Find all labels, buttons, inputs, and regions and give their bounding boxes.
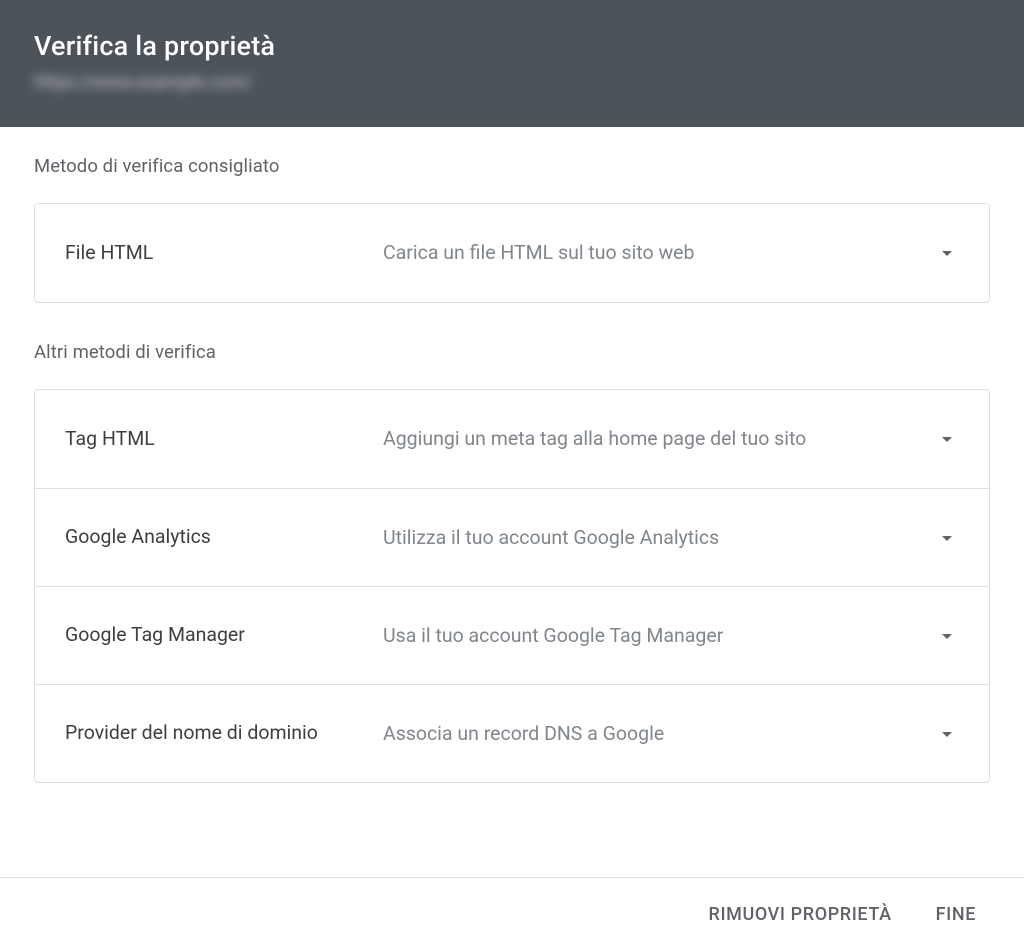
dialog-footer: RIMUOVI PROPRIETÀ FINE xyxy=(0,877,1024,951)
method-dns-provider[interactable]: Provider del nome di dominio Associa un … xyxy=(35,684,989,782)
method-tag-html[interactable]: Tag HTML Aggiungi un meta tag alla home … xyxy=(35,390,989,488)
remove-property-button[interactable]: RIMUOVI PROPRIETÀ xyxy=(691,894,910,935)
method-name: Tag HTML xyxy=(65,426,383,452)
method-name: Google Analytics xyxy=(65,524,383,550)
chevron-down-icon xyxy=(935,526,959,550)
recommended-methods-group: File HTML Carica un file HTML sul tuo si… xyxy=(34,203,990,303)
method-name: Provider del nome di dominio xyxy=(65,720,383,746)
method-description: Utilizza il tuo account Google Analytics xyxy=(383,524,935,551)
dialog-title: Verifica la proprietà xyxy=(34,30,990,62)
other-methods-group: Tag HTML Aggiungi un meta tag alla home … xyxy=(34,389,990,783)
other-section-label: Altri metodi di verifica xyxy=(34,341,990,363)
chevron-down-icon xyxy=(935,722,959,746)
done-button[interactable]: FINE xyxy=(918,894,994,935)
method-description: Associa un record DNS a Google xyxy=(383,720,935,747)
method-description: Usa il tuo account Google Tag Manager xyxy=(383,622,935,649)
method-file-html[interactable]: File HTML Carica un file HTML sul tuo si… xyxy=(35,204,989,302)
chevron-down-icon xyxy=(935,624,959,648)
method-description: Aggiungi un meta tag alla home page del … xyxy=(383,425,935,452)
method-description: Carica un file HTML sul tuo sito web xyxy=(383,239,935,266)
chevron-down-icon xyxy=(935,241,959,265)
method-google-analytics[interactable]: Google Analytics Utilizza il tuo account… xyxy=(35,488,989,586)
method-name: File HTML xyxy=(65,240,383,266)
chevron-down-icon xyxy=(935,427,959,451)
content-area: Metodo di verifica consigliato File HTML… xyxy=(0,127,1024,783)
recommended-section-label: Metodo di verifica consigliato xyxy=(34,155,990,177)
dialog-header: Verifica la proprietà https://www.exampl… xyxy=(0,0,1024,127)
method-google-tag-manager[interactable]: Google Tag Manager Usa il tuo account Go… xyxy=(35,586,989,684)
method-name: Google Tag Manager xyxy=(65,622,383,648)
dialog-subtitle: https://www.example.com/ xyxy=(34,72,990,93)
